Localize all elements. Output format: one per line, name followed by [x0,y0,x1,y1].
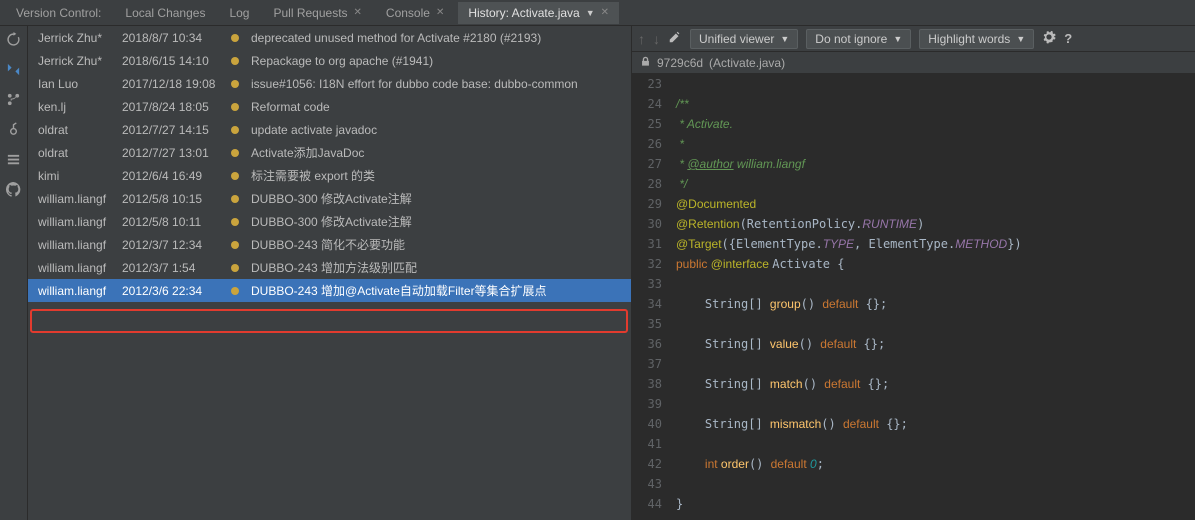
commit-row[interactable]: william.liangf 2012/3/6 22:34 DUBBO-243 增加… [28,279,631,302]
commit-dot-icon [231,195,239,203]
commit-message: 标注需要被 export 的类 [251,167,375,184]
lock-icon [640,56,651,70]
commit-dot-icon [231,103,239,111]
help-icon[interactable]: ? [1064,31,1072,46]
branch-icon[interactable] [6,92,21,110]
commit-dot-icon [231,172,239,180]
commit-date: 2017/8/24 18:05 [122,100,227,114]
commit-row[interactable]: william.liangf 2012/5/8 10:11 DUBBO-300 修改… [28,210,631,233]
commit-author: william.liangf [38,284,118,298]
commit-row[interactable]: william.liangf 2012/5/8 10:15 DUBBO-300 修改… [28,187,631,210]
commit-dot-icon [231,80,239,88]
commit-date: 2012/3/6 22:34 [122,284,227,298]
diff-panel: ↑ ↓ Unified viewer▼ Do not ignore▼ Highl… [632,26,1195,520]
diff-toolbar: ↑ ↓ Unified viewer▼ Do not ignore▼ Highl… [632,26,1195,52]
commit-date: 2018/6/15 14:10 [122,54,227,68]
stack-icon[interactable] [6,152,21,170]
commit-dot-icon [231,57,239,65]
commit-dot-icon [231,126,239,134]
commit-message: DUBBO-300 修改Activate注解 [251,190,412,207]
refresh-icon[interactable] [6,32,21,50]
tab-history[interactable]: History: Activate.java▼✕ [458,2,619,24]
commit-author: Jerrick Zhu* [38,54,118,68]
github-icon[interactable] [6,182,21,200]
commit-row[interactable]: william.liangf 2012/3/7 1:54 DUBBO-243 增加方… [28,256,631,279]
tool-gutter [0,26,28,520]
commit-author: william.liangf [38,238,118,252]
commit-date: 2012/6/4 16:49 [122,169,227,183]
commit-author: Jerrick Zhu* [38,31,118,45]
commit-row[interactable]: oldrat 2012/7/27 13:01 Activate添加JavaDoc [28,141,631,164]
commit-message: update activate javadoc [251,123,377,137]
commit-list: Jerrick Zhu* 2018/8/7 10:34 deprecated unu… [28,26,631,520]
tab-pr[interactable]: Pull Requests✕ [263,2,371,24]
commit-date: 2012/5/8 10:15 [122,192,227,206]
commit-dot-icon [231,149,239,157]
close-icon[interactable]: ✕ [601,7,609,18]
chevron-down-icon: ▼ [893,34,902,44]
commit-author: william.liangf [38,261,118,275]
close-icon[interactable]: ✕ [436,7,444,18]
commit-date: 2018/8/7 10:34 [122,31,227,45]
viewer-mode-combo[interactable]: Unified viewer▼ [690,29,798,49]
highlight-combo[interactable]: Highlight words▼ [919,29,1034,49]
file-crumb: 9729c6d (Activate.java) [632,52,1195,74]
commit-row[interactable]: kimi 2012/6/4 16:49 标注需要被 export 的类 [28,164,631,187]
commit-date: 2012/3/7 12:34 [122,238,227,252]
commit-row[interactable]: Ian Luo 2017/12/18 19:08 issue#1056: I18N … [28,72,631,95]
cherry-pick-icon[interactable] [6,122,21,140]
commit-author: ken.lj [38,100,118,114]
commit-row[interactable]: oldrat 2012/7/27 14:15 update activate jav… [28,118,631,141]
commit-date: 2012/7/27 14:15 [122,123,227,137]
compare-icon[interactable] [6,62,21,80]
commit-author: oldrat [38,123,118,137]
commit-row[interactable]: william.liangf 2012/3/7 12:34 DUBBO-243 简化… [28,233,631,256]
commit-date: 2012/7/27 13:01 [122,146,227,160]
commit-hash: 9729c6d [657,56,703,70]
code-editor[interactable]: 23 24 25 26 27 28 29 30 31 32 33 34 35 3… [632,74,1195,520]
next-diff-icon[interactable]: ↓ [653,31,660,47]
tab-console[interactable]: Console✕ [376,2,454,24]
chevron-down-icon: ▼ [780,34,789,44]
commit-row[interactable]: Jerrick Zhu* 2018/6/15 14:10 Repackage to … [28,49,631,72]
commit-author: william.liangf [38,215,118,229]
commit-message: DUBBO-300 修改Activate注解 [251,213,412,230]
commit-author: Ian Luo [38,77,118,91]
commit-message: Repackage to org apache (#1941) [251,54,433,68]
tab-log[interactable]: Log [219,2,259,24]
commit-message: Reformat code [251,100,330,114]
commit-author: william.liangf [38,192,118,206]
ignore-combo[interactable]: Do not ignore▼ [806,29,911,49]
close-icon[interactable]: ✕ [354,7,362,18]
commit-author: oldrat [38,146,118,160]
commit-date: 2017/12/18 19:08 [122,77,227,91]
commit-author: kimi [38,169,118,183]
prev-diff-icon[interactable]: ↑ [638,31,645,47]
commit-row[interactable]: ken.lj 2017/8/24 18:05 Reformat code [28,95,631,118]
history-panel: Jerrick Zhu* 2018/8/7 10:34 deprecated unu… [28,26,632,520]
gear-icon[interactable] [1042,30,1056,47]
commit-dot-icon [231,287,239,295]
commit-message: issue#1056: I18N effort for dubbo code b… [251,77,578,91]
tab-bar: Version Control: Local Changes Log Pull … [0,0,1195,26]
commit-date: 2012/5/8 10:11 [122,215,227,229]
commit-dot-icon [231,218,239,226]
edit-icon[interactable] [668,30,682,47]
tab-vcs[interactable]: Version Control: [6,2,111,24]
tab-local[interactable]: Local Changes [115,2,215,24]
chevron-down-icon: ▼ [1016,34,1025,44]
commit-date: 2012/3/7 1:54 [122,261,227,275]
commit-dot-icon [231,241,239,249]
commit-message: deprecated unused method for Activate #2… [251,31,541,45]
commit-dot-icon [231,264,239,272]
commit-message: DUBBO-243 简化不必要功能 [251,236,405,253]
commit-dot-icon [231,34,239,42]
chevron-down-icon: ▼ [586,8,595,18]
commit-message: DUBBO-243 增加@Activate自动加载Filter等集合扩展点 [251,282,547,299]
commit-message: DUBBO-243 增加方法级别匹配 [251,259,417,276]
file-name: (Activate.java) [709,56,785,70]
commit-row[interactable]: Jerrick Zhu* 2018/8/7 10:34 deprecated unu… [28,26,631,49]
commit-message: Activate添加JavaDoc [251,144,364,161]
